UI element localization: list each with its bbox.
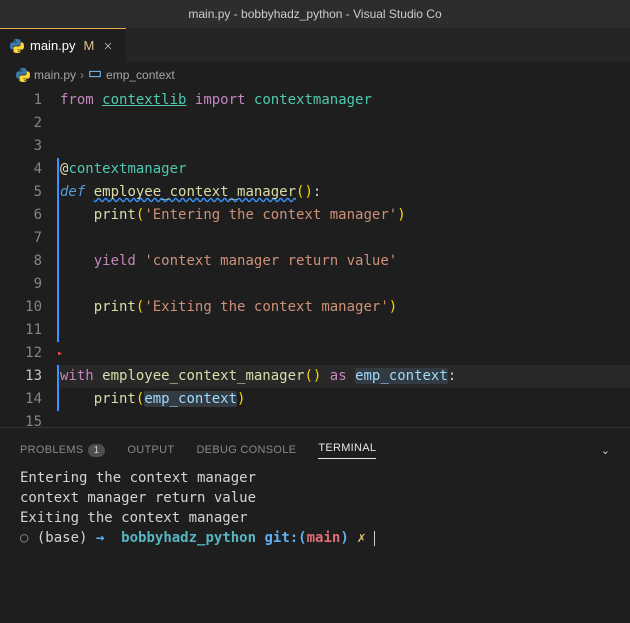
close-icon[interactable] [100, 38, 116, 54]
variable-icon [88, 67, 102, 84]
code-line [60, 227, 630, 250]
tabs-bar: main.py M [0, 28, 630, 63]
breadcrumb-symbol: emp_context [106, 68, 175, 82]
tab-main-py[interactable]: main.py M [0, 28, 126, 62]
line-number: 12 [0, 342, 42, 365]
line-number: 3 [0, 135, 42, 158]
line-number: 2 [0, 112, 42, 135]
code-line: from contextlib import contextmanager [60, 89, 630, 112]
problems-badge: 1 [88, 444, 106, 457]
line-number: 4 [0, 158, 42, 181]
code-line: @contextmanager [60, 158, 630, 181]
terminal[interactable]: Entering the context manager context man… [0, 464, 630, 552]
cursor [374, 531, 375, 546]
line-number: 15 [0, 411, 42, 434]
breadcrumb[interactable]: main.py › emp_context [0, 63, 630, 87]
code-line [60, 319, 630, 342]
code-line: ▸ [60, 342, 630, 365]
tab-title: main.py [30, 38, 76, 53]
line-number: 1 [0, 89, 42, 112]
code-line [60, 112, 630, 135]
dropdown-icon[interactable]: ⌄ [601, 444, 610, 457]
code-area[interactable]: from contextlib import contextmanager @c… [60, 87, 630, 427]
tab-terminal[interactable]: TERMINAL [318, 442, 376, 459]
terminal-output: context manager return value [20, 488, 610, 508]
tab-debug-console[interactable]: DEBUG CONSOLE [196, 444, 296, 456]
terminal-prompt: ○ (base) → bobbyhadz_python git:(main) ✗ [20, 528, 610, 548]
title-bar: main.py - bobbyhadz_python - Visual Stud… [0, 0, 630, 28]
code-line: yield 'context manager return value' [60, 250, 630, 273]
code-line [60, 135, 630, 158]
breadcrumb-file: main.py [34, 68, 76, 82]
code-line: print(emp_context) [60, 388, 630, 411]
error-marker-icon: ▸ [57, 342, 63, 365]
chevron-right-icon: › [80, 68, 84, 82]
line-number: 14 [0, 388, 42, 411]
line-number: 13 [0, 365, 42, 388]
line-number: 6 [0, 204, 42, 227]
code-line [60, 273, 630, 296]
terminal-output: Entering the context manager [20, 468, 610, 488]
line-number: 10 [0, 296, 42, 319]
panel-tabs: PROBLEMS1 OUTPUT DEBUG CONSOLE TERMINAL … [0, 436, 630, 464]
tab-output[interactable]: OUTPUT [127, 444, 174, 456]
python-icon [16, 68, 30, 82]
code-line [60, 411, 630, 434]
gutter: 1 2 3 4 5 6 7 8 9 10 11 12 13 14 15 [0, 87, 60, 427]
line-number: 5 [0, 181, 42, 204]
terminal-output: Exiting the context manager [20, 508, 610, 528]
line-number: 11 [0, 319, 42, 342]
python-icon [10, 39, 24, 53]
tab-modified-indicator: M [84, 38, 95, 53]
line-number: 7 [0, 227, 42, 250]
code-line: print('Exiting the context manager') [60, 296, 630, 319]
code-line: with employee_context_manager() as emp_c… [60, 365, 630, 388]
code-line: def employee_context_manager(): [60, 181, 630, 204]
panel: PROBLEMS1 OUTPUT DEBUG CONSOLE TERMINAL … [0, 427, 630, 552]
tab-problems[interactable]: PROBLEMS1 [20, 444, 105, 456]
editor[interactable]: 1 2 3 4 5 6 7 8 9 10 11 12 13 14 15 from… [0, 87, 630, 427]
line-number: 9 [0, 273, 42, 296]
line-number: 8 [0, 250, 42, 273]
code-line: print('Entering the context manager') [60, 204, 630, 227]
window-title: main.py - bobbyhadz_python - Visual Stud… [188, 7, 441, 21]
